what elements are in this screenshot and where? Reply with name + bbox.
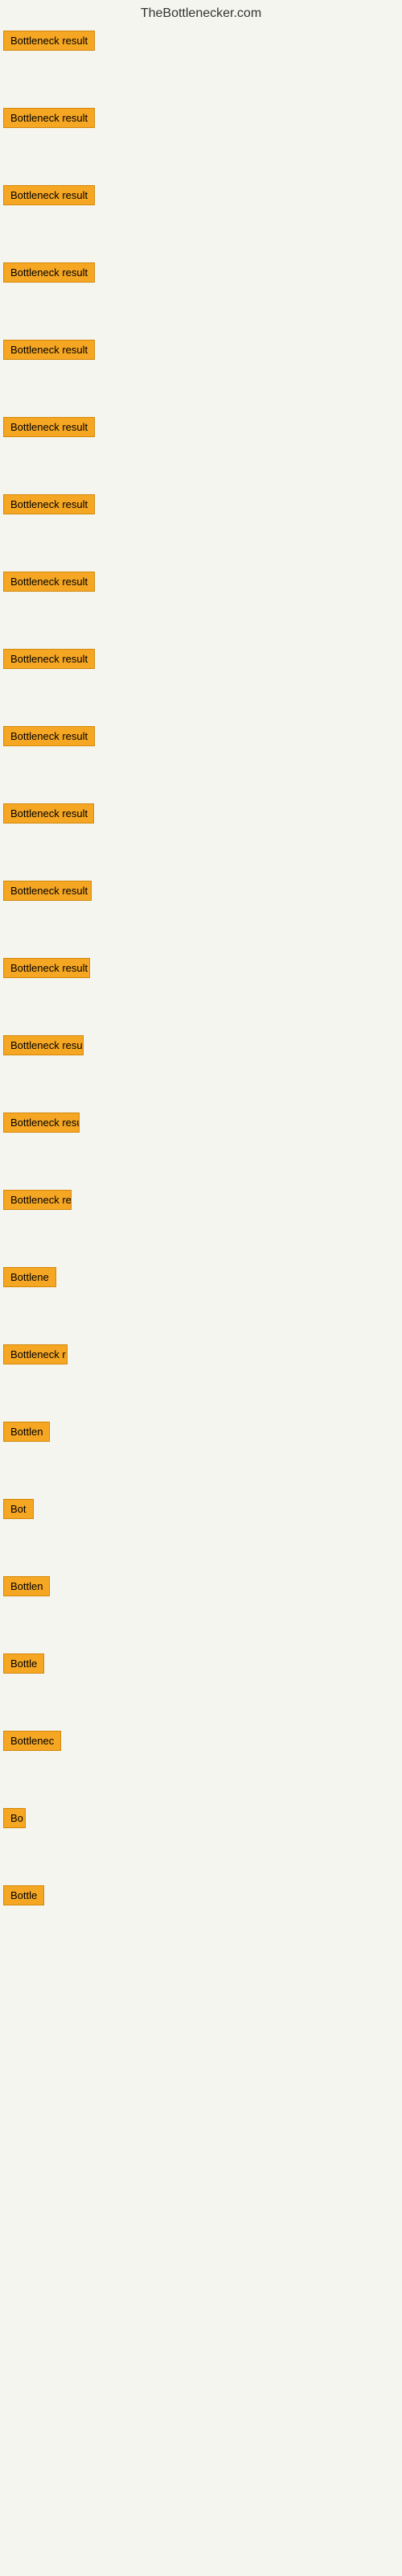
items-container: Bottleneck result Bottleneck result Bottle… [0, 24, 402, 2520]
bottleneck-badge[interactable]: Bottleneck result [3, 417, 95, 437]
bottleneck-item-5: Bottleneck result [0, 333, 402, 370]
bottleneck-badge[interactable]: Bottleneck result [3, 649, 95, 669]
bottleneck-item-22: Bottle [0, 1647, 402, 1684]
page-container: TheBottlenecker.com Bottleneck resultBot… [0, 0, 402, 2576]
gap-21 [0, 1607, 402, 1647]
gap-3 [0, 216, 402, 256]
gap-9 [0, 679, 402, 720]
bottleneck-badge[interactable]: Bo [3, 1808, 26, 1828]
bottleneck-badge[interactable]: Bottleneck result [3, 958, 90, 978]
bottleneck-badge[interactable]: Bottleneck result [3, 340, 95, 360]
gap-8 [0, 602, 402, 642]
gap-15 [0, 1143, 402, 1183]
bottom-gap [0, 1956, 402, 2520]
bottleneck-badge[interactable]: Bottleneck result [3, 803, 94, 824]
bottleneck-item-7: Bottleneck result [0, 488, 402, 525]
bottleneck-item-24: Bo [0, 1802, 402, 1839]
gap-22 [0, 1684, 402, 1724]
gap-10 [0, 757, 402, 797]
gap-2 [0, 138, 402, 179]
bottleneck-badge[interactable]: Bottleneck result [3, 572, 95, 592]
bottleneck-item-8: Bottleneck result [0, 565, 402, 602]
gap-18 [0, 1375, 402, 1415]
bottleneck-badge[interactable]: Bottleneck result [3, 1035, 84, 1055]
bottleneck-item-12: Bottleneck result [0, 874, 402, 911]
bottleneck-badge[interactable]: Bottle [3, 1653, 44, 1674]
gap-25 [0, 1916, 402, 1956]
bottleneck-item-23: Bottlenec [0, 1724, 402, 1761]
bottleneck-item-13: Bottleneck result [0, 952, 402, 989]
bottleneck-badge[interactable]: Bot [3, 1499, 34, 1519]
bottleneck-badge[interactable]: Bottlenec [3, 1731, 61, 1751]
gap-20 [0, 1530, 402, 1570]
gap-1 [0, 61, 402, 101]
bottleneck-item-25: Bottle [0, 1879, 402, 1916]
gap-13 [0, 989, 402, 1029]
gap-23 [0, 1761, 402, 1802]
bottleneck-item-19: Bottlen [0, 1415, 402, 1452]
gap-17 [0, 1298, 402, 1338]
bottleneck-badge[interactable]: Bottleneck result [3, 185, 95, 205]
bottleneck-badge[interactable]: Bottleneck re [3, 1190, 72, 1210]
bottleneck-item-4: Bottleneck result [0, 256, 402, 293]
bottleneck-badge[interactable]: Bottlen [3, 1576, 50, 1596]
bottleneck-item-9: Bottleneck result [0, 642, 402, 679]
bottleneck-badge[interactable]: Bottleneck result [3, 108, 95, 128]
bottleneck-item-20: Bot [0, 1492, 402, 1530]
bottleneck-badge[interactable]: Bottlen [3, 1422, 50, 1442]
bottleneck-badge[interactable]: Bottlene [3, 1267, 56, 1287]
bottleneck-badge[interactable]: Bottleneck result [3, 262, 95, 283]
bottleneck-item-6: Bottleneck result [0, 411, 402, 448]
gap-7 [0, 525, 402, 565]
bottleneck-badge[interactable]: Bottle [3, 1885, 44, 1905]
gap-16 [0, 1220, 402, 1261]
gap-14 [0, 1066, 402, 1106]
gap-4 [0, 293, 402, 333]
gap-11 [0, 834, 402, 874]
bottleneck-item-2: Bottleneck result [0, 101, 402, 138]
bottleneck-item-16: Bottleneck re [0, 1183, 402, 1220]
gap-5 [0, 370, 402, 411]
bottleneck-item-11: Bottleneck result [0, 797, 402, 834]
gap-12 [0, 911, 402, 952]
bottleneck-badge[interactable]: Bottleneck result [3, 31, 95, 51]
gap-24 [0, 1839, 402, 1879]
bottleneck-item-14: Bottleneck result [0, 1029, 402, 1066]
bottleneck-badge[interactable]: Bottleneck result [3, 1113, 80, 1133]
site-title: TheBottlenecker.com [0, 0, 402, 24]
bottleneck-item-18: Bottleneck r [0, 1338, 402, 1375]
bottleneck-item-10: Bottleneck result [0, 720, 402, 757]
bottleneck-badge[interactable]: Bottleneck result [3, 726, 95, 746]
bottleneck-item-17: Bottlene [0, 1261, 402, 1298]
bottleneck-item-15: Bottleneck result [0, 1106, 402, 1143]
bottleneck-item-3: Bottleneck result [0, 179, 402, 216]
bottleneck-item-21: Bottlen [0, 1570, 402, 1607]
bottleneck-badge[interactable]: Bottleneck result [3, 494, 95, 514]
bottleneck-badge[interactable]: Bottleneck r [3, 1344, 68, 1364]
bottleneck-badge[interactable]: Bottleneck result [3, 881, 92, 901]
gap-6 [0, 448, 402, 488]
gap-19 [0, 1452, 402, 1492]
bottleneck-item-1: Bottleneck result [0, 24, 402, 61]
